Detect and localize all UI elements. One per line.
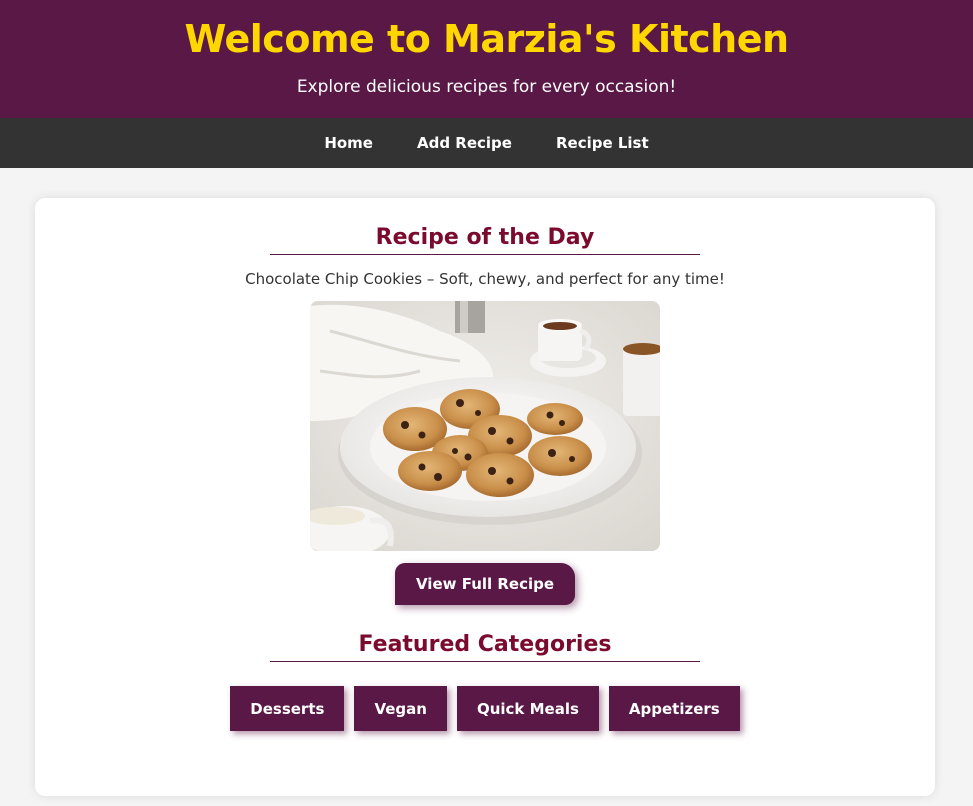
content-card: Recipe of the Day Chocolate Chip Cookies…: [35, 198, 935, 796]
nav-add-recipe-link[interactable]: Add Recipe: [395, 134, 534, 152]
site-title: Welcome to Marzia's Kitchen: [184, 17, 789, 61]
category-quick-meals-button[interactable]: Quick Meals: [456, 686, 599, 731]
category-appetizers-button[interactable]: Appetizers: [608, 686, 740, 731]
nav-home-link[interactable]: Home: [302, 134, 395, 152]
nav-recipe-list-link[interactable]: Recipe List: [534, 134, 671, 152]
category-vegan-button[interactable]: Vegan: [354, 686, 447, 731]
recipe-of-day-heading: Recipe of the Day: [270, 225, 700, 255]
main-nav: Home Add Recipe Recipe List: [0, 118, 973, 168]
category-buttons: Desserts Vegan Quick Meals Appetizers: [35, 686, 935, 731]
recipe-description: Chocolate Chip Cookies – Soft, chewy, an…: [245, 270, 725, 288]
featured-categories-heading: Featured Categories: [270, 632, 700, 662]
cookies-photo: [310, 301, 660, 551]
view-full-recipe-button[interactable]: View Full Recipe: [394, 563, 576, 605]
site-header: Welcome to Marzia's Kitchen Explore deli…: [0, 0, 973, 118]
category-desserts-button[interactable]: Desserts: [230, 686, 345, 731]
site-subtitle: Explore delicious recipes for every occa…: [296, 77, 677, 97]
